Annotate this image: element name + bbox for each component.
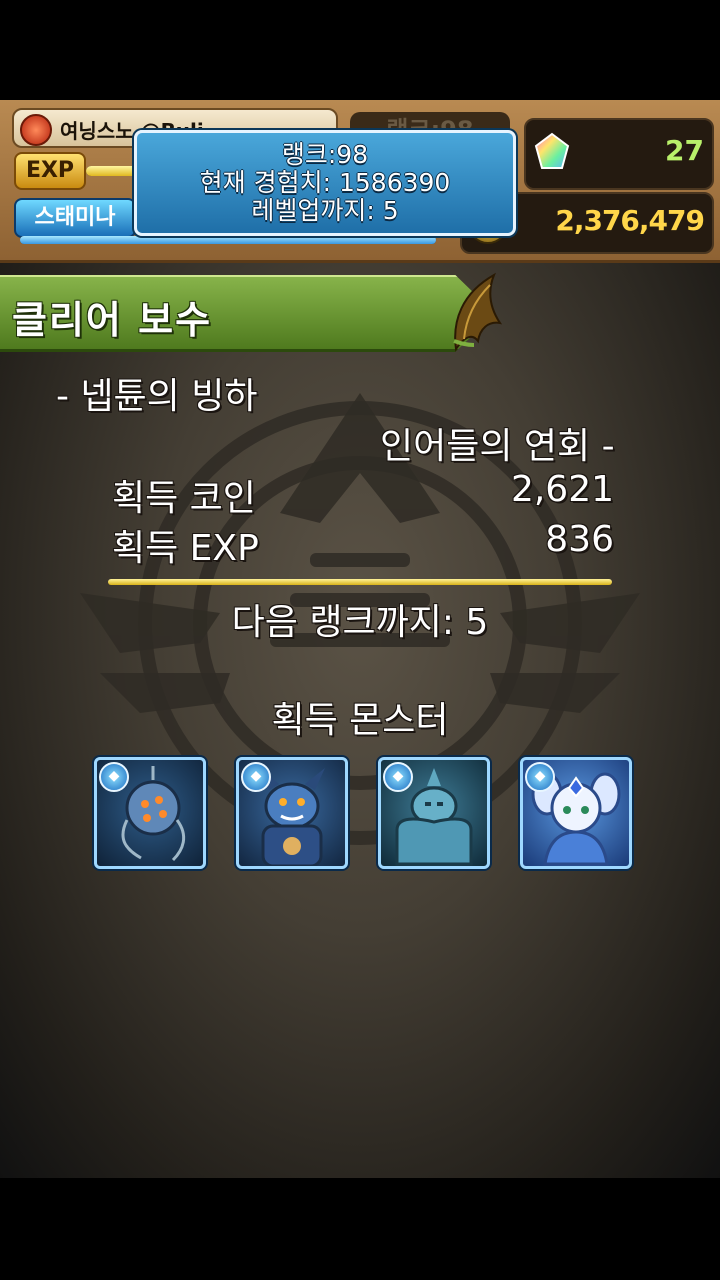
clear-reward-banner: 클리어 보수 (0, 275, 495, 352)
tooltip-to-level-up: 레벨업까지: 5 (251, 196, 399, 225)
water-attribute-icon: ◆ (99, 762, 129, 792)
top-black-bar (0, 0, 720, 100)
coin-reward-label: 획득 코인 (112, 478, 256, 519)
tooltip-rank: 랭크:98 (281, 140, 369, 169)
monster-card-water-orb[interactable]: ◆ (94, 757, 206, 869)
exp-reward-value: 836 (545, 519, 614, 560)
monster-card-blue-ogre[interactable]: ◆ (236, 757, 348, 869)
clear-reward-panel: 클리어 보수 - 넵튠의 빙하 인어들의 연회 - 획득 코인 2,621 획득… (0, 263, 720, 1178)
stamina-label: 스태미나 (14, 198, 136, 238)
magic-stone-icon (534, 132, 570, 169)
dragon-wing-icon (453, 272, 502, 352)
next-rank-text: 다음 랭크까지: 5 (231, 602, 489, 643)
stamina-bar (20, 236, 436, 244)
bottom-black-bar (0, 1178, 720, 1280)
divider-line (108, 579, 612, 585)
exp-label: EXP (14, 152, 86, 190)
magic-stone-box[interactable]: 27 (524, 118, 714, 190)
monsters-title: 획득 몬스터 (271, 700, 449, 741)
player-emblem-icon (20, 114, 52, 146)
rank-tooltip: 랭크:98 현재 경험치: 1586390 레벨업까지: 5 (134, 130, 516, 236)
coin-count: 2,376,479 (555, 204, 705, 237)
magic-stone-count: 27 (665, 134, 704, 167)
banner-title: 클리어 보수 (12, 298, 213, 342)
coin-reward-value: 2,621 (510, 469, 614, 510)
dungeon-name-line2: 인어들의 연회 - (380, 426, 615, 467)
monster-card-ice-golem[interactable]: ◆ (378, 757, 490, 869)
water-attribute-icon: ◆ (241, 762, 271, 792)
monster-card-blue-fairy[interactable]: ◆ (520, 757, 632, 869)
stamina-bar-fill (20, 236, 436, 244)
water-attribute-icon: ◆ (383, 762, 413, 792)
tooltip-current-exp: 현재 경험치: 1586390 (199, 168, 451, 197)
water-attribute-icon: ◆ (525, 762, 555, 792)
exp-reward-label: 획득 EXP (112, 528, 259, 569)
dungeon-name-line1: - 넵튠의 빙하 (56, 376, 258, 417)
